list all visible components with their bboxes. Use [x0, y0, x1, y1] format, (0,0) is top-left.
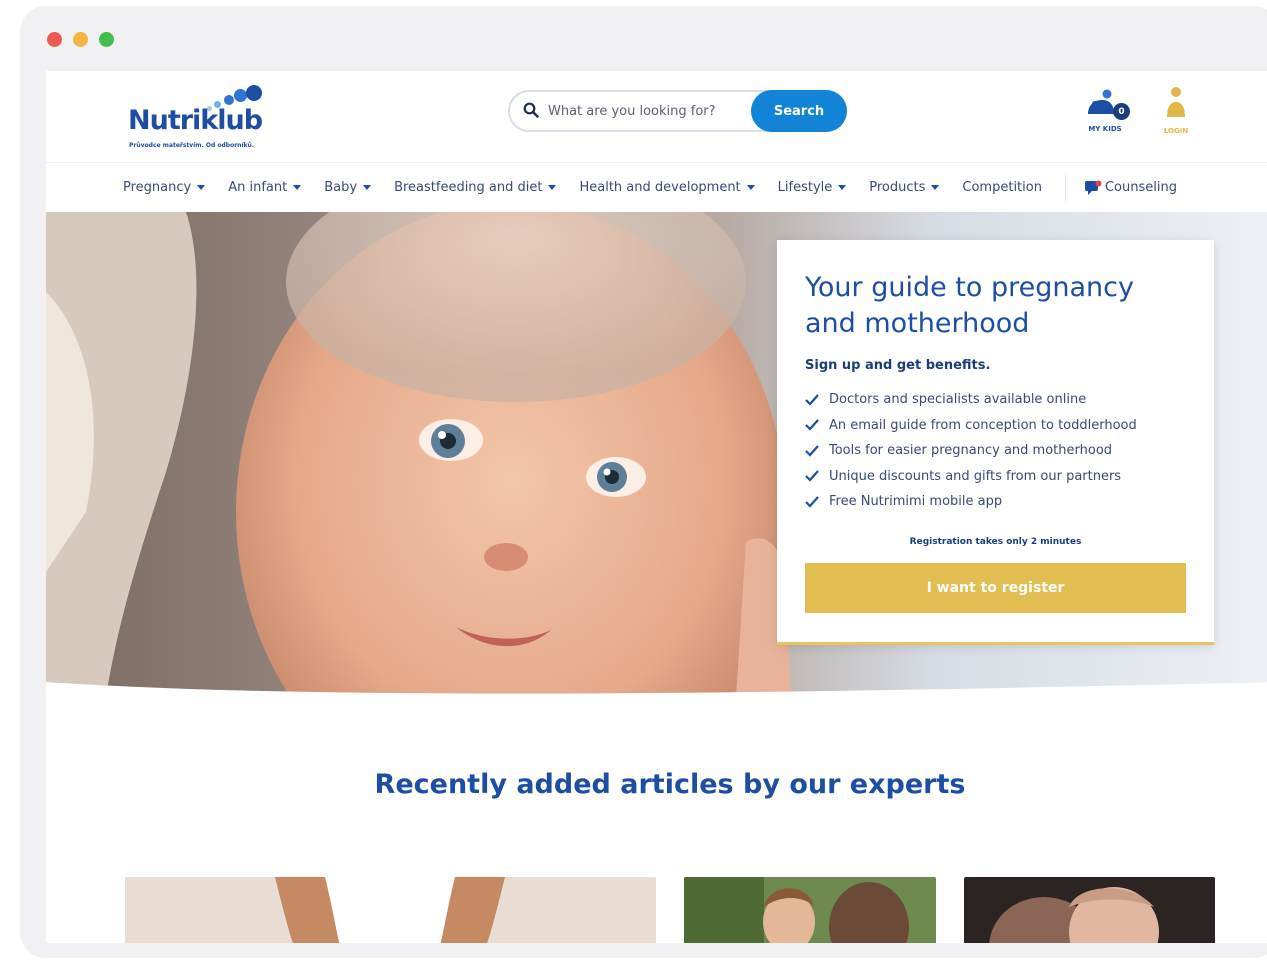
article-image	[125, 877, 656, 943]
articles-section-title: Recently added articles by our experts	[374, 769, 966, 800]
nav-item-label: Competition	[962, 180, 1042, 195]
benefit-item: Unique discounts and gifts from our part…	[805, 464, 1186, 490]
search-input[interactable]	[548, 100, 748, 122]
chat-icon	[1084, 180, 1102, 195]
nav-item-label: An infant	[228, 180, 288, 195]
caret-down-icon	[197, 185, 206, 190]
caret-down-icon	[548, 185, 557, 190]
benefits-list: Doctors and specialists available online…	[805, 387, 1186, 515]
nav-item-label: Health and development	[579, 180, 741, 195]
logo-tagline: Průvodce mateřstvím. Od odborníků.	[129, 142, 255, 149]
nav-item-label: Products	[869, 180, 926, 195]
nav-item-health[interactable]: Health and development	[579, 180, 755, 195]
maximize-window-button[interactable]	[99, 32, 114, 47]
minimize-window-button[interactable]	[73, 32, 88, 47]
nav-item-competition[interactable]: Competition	[962, 180, 1042, 195]
main-navigation: Pregnancy An infant Baby Breastfeeding a…	[46, 162, 1267, 212]
search-button[interactable]: Search	[751, 90, 847, 132]
caret-down-icon	[293, 185, 302, 190]
nav-item-label: Counseling	[1104, 180, 1177, 195]
user-icon	[1167, 87, 1185, 117]
nav-item-products[interactable]: Products	[869, 180, 940, 195]
nav-item-counseling[interactable]: Counseling	[1084, 180, 1177, 196]
hero-subtitle: Sign up and get benefits.	[805, 358, 991, 373]
nav-item-breastfeeding[interactable]: Breastfeeding and diet	[394, 180, 557, 195]
nav-item-infant[interactable]: An infant	[228, 180, 302, 195]
article-card-thumbnail[interactable]	[125, 877, 656, 943]
kids-count-badge: 0	[1113, 103, 1130, 120]
benefit-text: Free Nutrimimi mobile app	[829, 494, 1003, 510]
nutriklub-logo[interactable]: Nutriklub Průvodce mateřstvím. Od odborn…	[128, 85, 288, 155]
nav-item-pregnancy[interactable]: Pregnancy	[123, 180, 206, 195]
logo-wordmark: Nutriklub	[128, 105, 263, 136]
browser-window: Nutriklub Průvodce mateřstvím. Od odborn…	[20, 6, 1267, 958]
nav-item-lifestyle[interactable]: Lifestyle	[778, 180, 847, 195]
search-icon	[523, 102, 539, 118]
hero-title: Your guide to pregnancy and motherhood	[805, 272, 1134, 339]
check-icon	[805, 470, 819, 482]
window-controls	[47, 32, 114, 47]
benefit-text: Doctors and specialists available online	[829, 392, 1087, 408]
caret-down-icon	[931, 185, 940, 190]
nav-item-label: Pregnancy	[123, 180, 192, 195]
caret-down-icon	[838, 185, 847, 190]
caret-down-icon	[363, 185, 372, 190]
registration-card: Your guide to pregnancy and motherhood S…	[777, 240, 1214, 645]
check-icon	[805, 419, 819, 431]
nav-item-label: Breastfeeding and diet	[394, 180, 543, 195]
my-kids-link[interactable]: 0 MY KIDS	[1078, 86, 1132, 133]
web-page: Nutriklub Průvodce mateřstvím. Od odborn…	[46, 71, 1267, 943]
hero-banner: Your guide to pregnancy and motherhood S…	[46, 212, 1267, 697]
check-icon	[805, 445, 819, 457]
close-window-button[interactable]	[47, 32, 62, 47]
caret-down-icon	[746, 185, 755, 190]
kids-icon: 0	[1080, 86, 1130, 120]
article-image	[684, 877, 936, 943]
check-icon	[805, 394, 819, 406]
article-image	[964, 877, 1215, 943]
nav-item-label: Lifestyle	[777, 180, 833, 195]
benefit-text: Unique discounts and gifts from our part…	[829, 468, 1122, 484]
check-icon	[805, 496, 819, 508]
benefit-text: An email guide from conception to toddle…	[829, 417, 1137, 433]
nav-item-label: Baby	[324, 180, 358, 195]
benefit-item: Free Nutrimimi mobile app	[805, 489, 1186, 515]
registration-note: Registration takes only 2 minutes	[909, 536, 1082, 547]
benefit-item: An email guide from conception to toddle…	[805, 413, 1186, 439]
benefit-text: Tools for easier pregnancy and motherhoo…	[829, 443, 1113, 459]
login-link[interactable]: LOGIN	[1156, 86, 1196, 135]
article-card-thumbnail[interactable]	[964, 877, 1215, 943]
register-button[interactable]: I want to register	[805, 562, 1186, 613]
nav-divider	[1064, 174, 1066, 201]
article-card-thumbnail[interactable]	[684, 877, 936, 943]
nav-item-baby[interactable]: Baby	[324, 180, 372, 195]
benefit-item: Tools for easier pregnancy and motherhoo…	[805, 438, 1186, 464]
my-kids-label: MY KIDS	[1088, 125, 1122, 133]
search-bar: Search	[508, 90, 847, 132]
benefit-item: Doctors and specialists available online	[805, 387, 1186, 413]
login-label: LOGIN	[1163, 127, 1189, 135]
